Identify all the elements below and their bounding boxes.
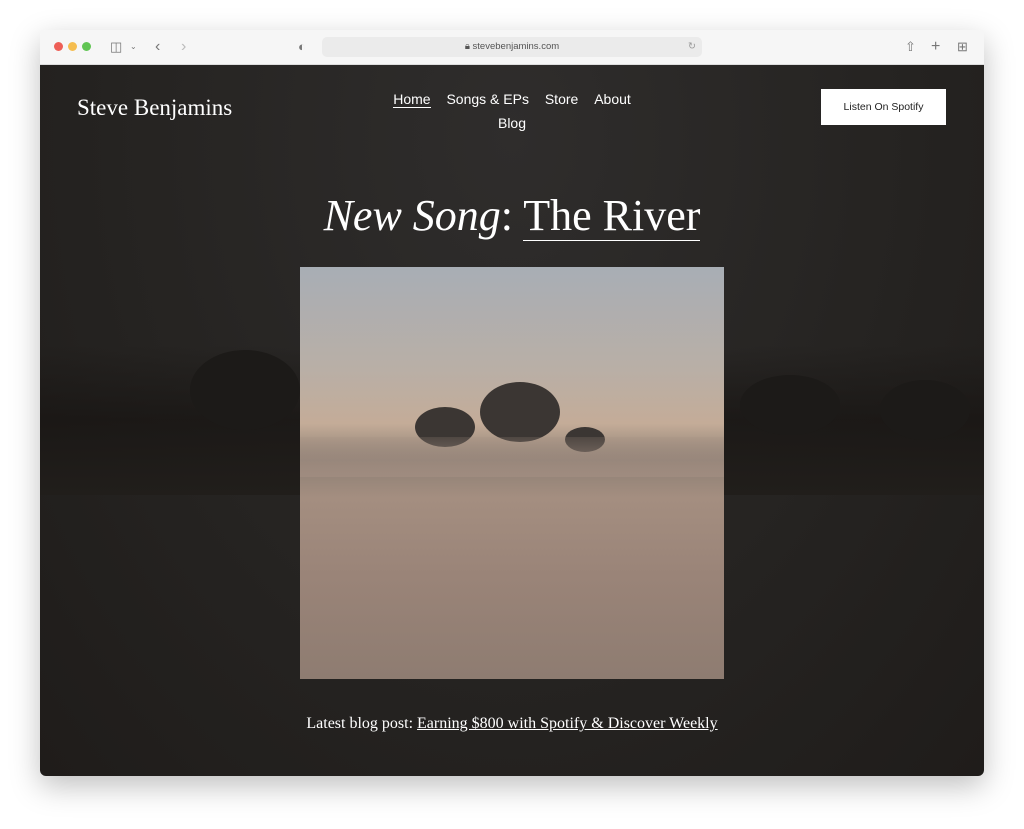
- maximize-window-button[interactable]: [82, 42, 91, 51]
- hero-title: New Song: The River: [40, 190, 984, 241]
- chevron-down-icon[interactable]: ⌄: [130, 38, 137, 56]
- sidebar-icon[interactable]: ◫: [110, 38, 122, 56]
- listen-on-spotify-button[interactable]: Listen On Spotify: [821, 89, 946, 125]
- share-icon[interactable]: ⇧: [905, 38, 916, 56]
- latest-blog-post: Latest blog post: Earning $800 with Spot…: [40, 715, 984, 733]
- song-link[interactable]: The River: [523, 191, 701, 241]
- hero-colon: :: [500, 191, 514, 240]
- background-tree: [880, 380, 970, 440]
- url-text: stevebenjamins.com: [472, 41, 560, 52]
- page-content: Steve Benjamins Home Songs & EPs Store A…: [40, 65, 984, 776]
- artwork-tree: [480, 382, 560, 442]
- browser-toolbar: ◫ ⌄ ‹ › ◐ 🔒︎ stevebenjamins.com ↻ ⇧ + ⊞: [40, 30, 984, 65]
- reload-icon[interactable]: ↻: [688, 37, 696, 57]
- background-tree: [740, 375, 840, 435]
- tab-overview-icon[interactable]: ⊞: [957, 38, 968, 56]
- nav-blog[interactable]: Blog: [498, 115, 526, 131]
- forward-icon[interactable]: ›: [181, 38, 186, 56]
- nav-songs-eps[interactable]: Songs & EPs: [446, 91, 529, 107]
- site-logo[interactable]: Steve Benjamins: [77, 95, 232, 121]
- nav-store[interactable]: Store: [545, 91, 578, 107]
- nav-about[interactable]: About: [594, 91, 631, 107]
- back-icon[interactable]: ‹: [155, 38, 160, 56]
- hero-prefix: New Song: [323, 191, 501, 240]
- minimize-window-button[interactable]: [68, 42, 77, 51]
- album-artwork[interactable]: [300, 267, 724, 679]
- artwork-mist: [300, 437, 724, 477]
- main-nav: Home Songs & EPs Store About Blog: [380, 87, 644, 135]
- blog-post-link[interactable]: Earning $800 with Spotify & Discover Wee…: [417, 715, 718, 732]
- new-tab-icon[interactable]: +: [931, 38, 940, 56]
- close-window-button[interactable]: [54, 42, 63, 51]
- nav-home[interactable]: Home: [393, 91, 431, 108]
- lock-icon: 🔒︎: [464, 41, 473, 52]
- blog-label: Latest blog post:: [306, 715, 414, 732]
- shield-icon[interactable]: ◐: [298, 38, 306, 56]
- address-bar[interactable]: 🔒︎ stevebenjamins.com ↻: [322, 37, 702, 57]
- background-tree: [190, 350, 300, 430]
- browser-window: ◫ ⌄ ‹ › ◐ 🔒︎ stevebenjamins.com ↻ ⇧ + ⊞ …: [40, 30, 984, 776]
